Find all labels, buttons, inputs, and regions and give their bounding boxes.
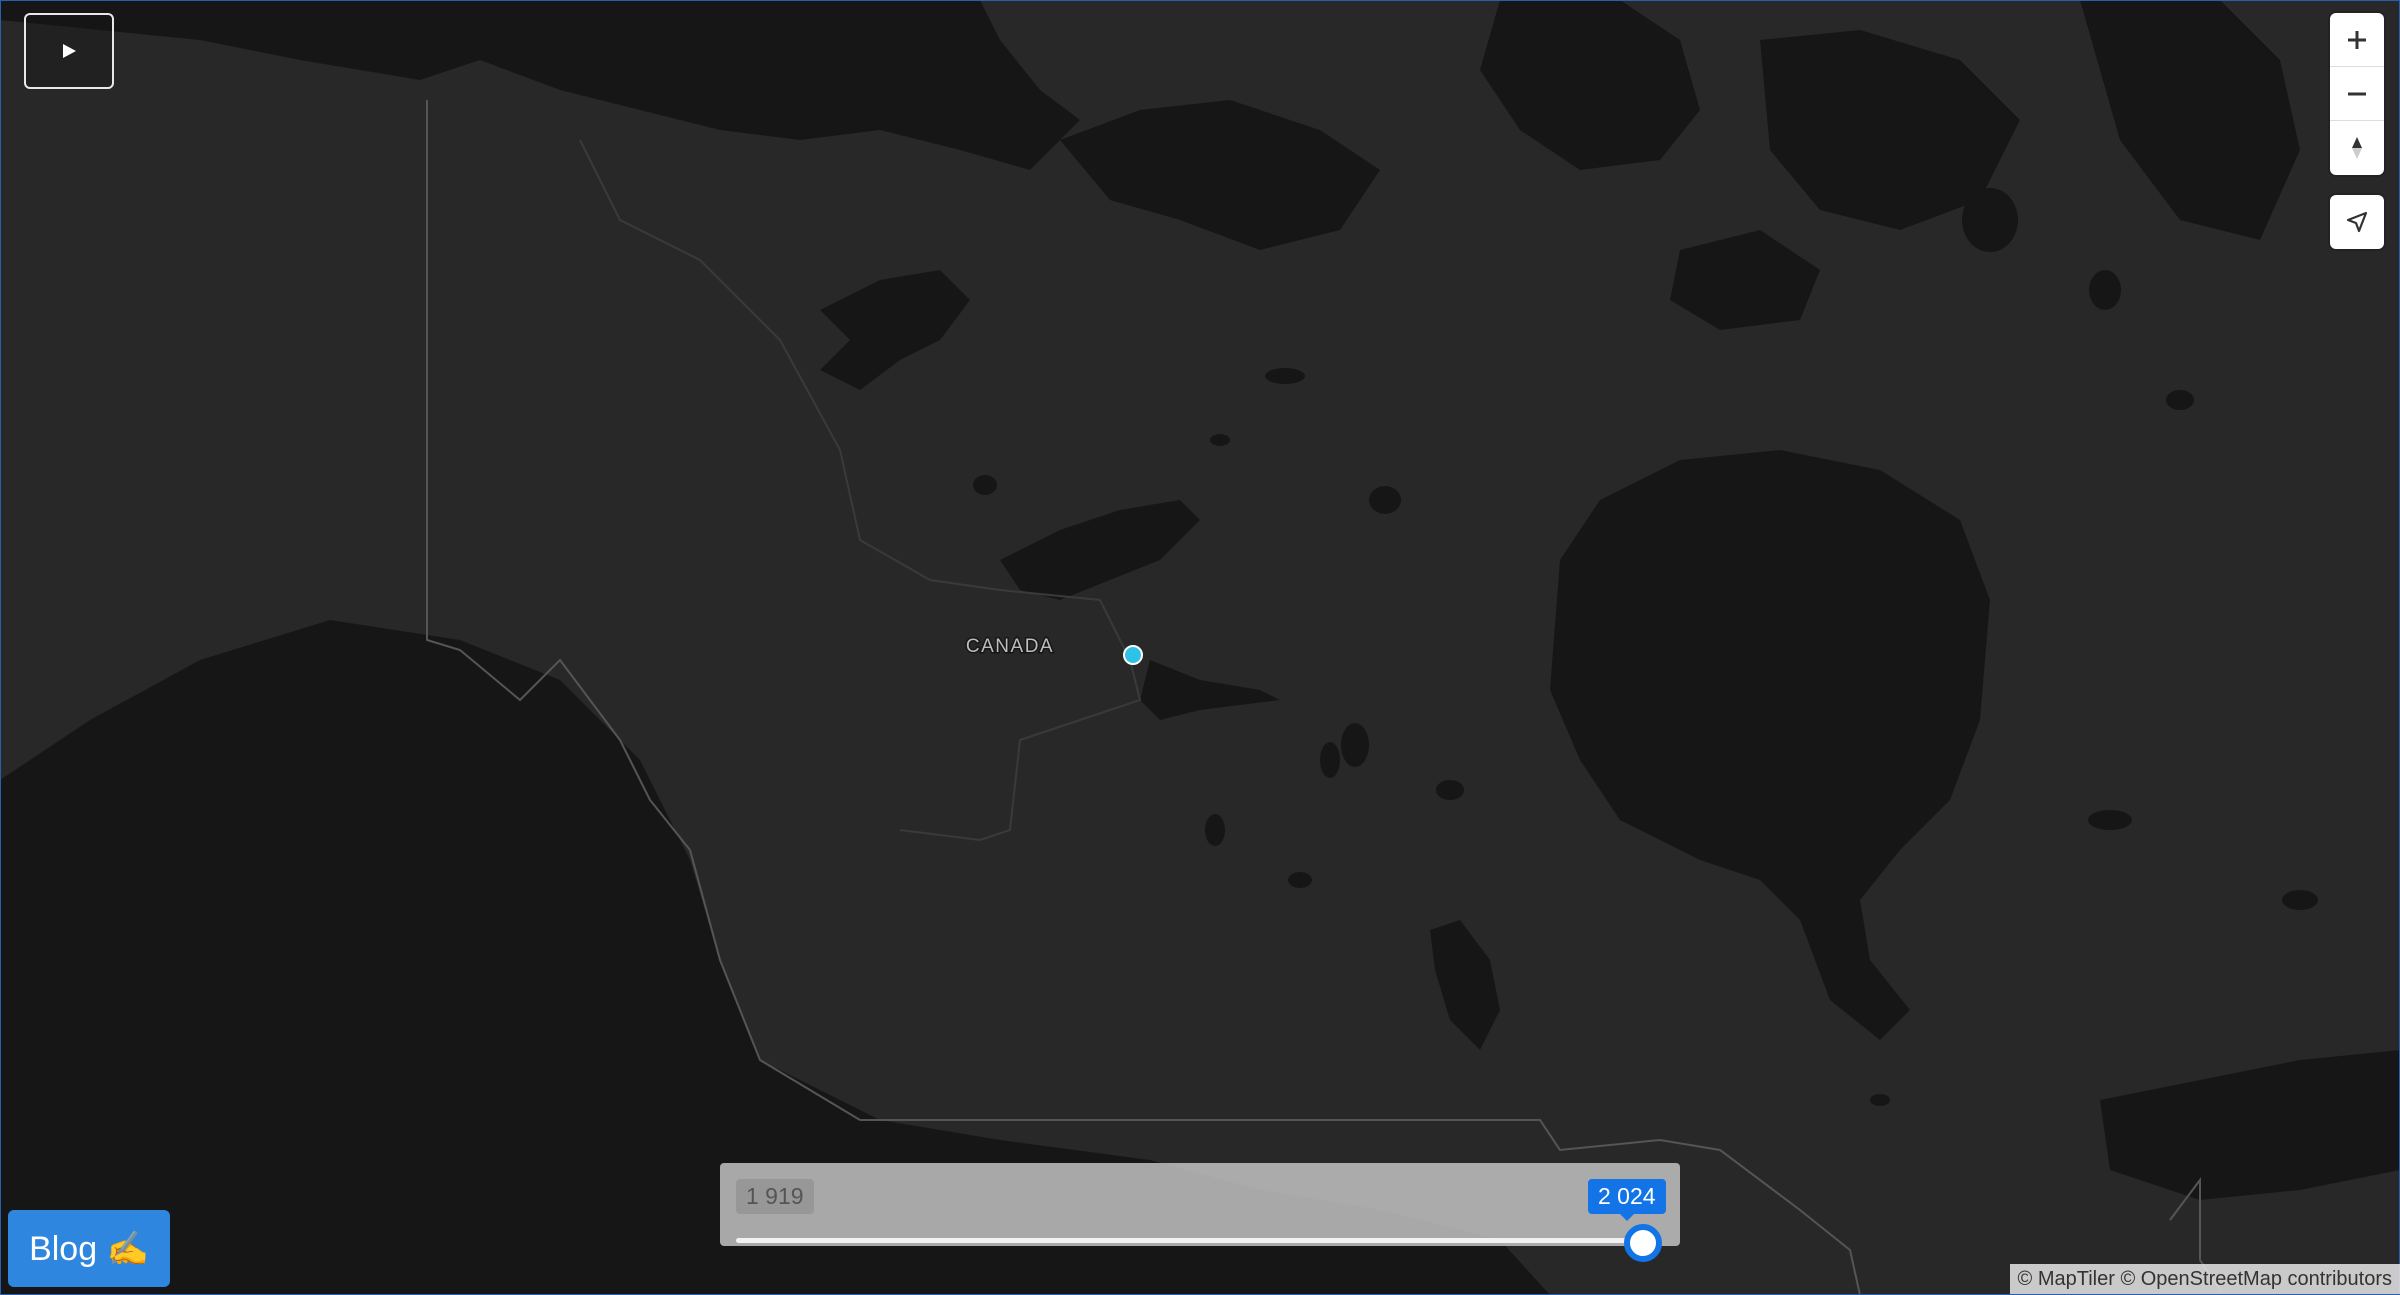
year-selected-label: 2 024: [1588, 1179, 1666, 1221]
geolocate-control: [2330, 195, 2384, 249]
map-canvas[interactable]: CANADA: [0, 0, 2400, 1295]
zoom-out-button[interactable]: [2330, 67, 2384, 121]
osm-link[interactable]: © OpenStreetMap contributors: [2120, 1268, 2392, 1290]
location-marker[interactable]: [1123, 645, 1143, 665]
blog-button[interactable]: Blog ✍️: [8, 1210, 170, 1287]
navigation-arrow-icon: [2346, 211, 2368, 233]
compass-button[interactable]: [2330, 121, 2384, 175]
year-min-label: 1 919: [736, 1179, 814, 1214]
slider-handle[interactable]: [1624, 1224, 1662, 1262]
maptiler-link[interactable]: © MapTiler: [2018, 1268, 2115, 1290]
navigation-controls: [2330, 13, 2384, 175]
country-label: CANADA: [966, 636, 1054, 657]
year-range-slider: 1 919 2 024: [720, 1163, 1680, 1262]
play-icon: [63, 44, 76, 58]
plus-icon: [2348, 30, 2366, 49]
zoom-in-button[interactable]: [2330, 13, 2384, 67]
geolocate-button[interactable]: [2330, 195, 2384, 249]
compass-icon: [2352, 137, 2362, 159]
minus-icon: [2348, 92, 2366, 95]
slider-track[interactable]: [736, 1238, 1636, 1243]
map-attribution: © MapTiler © OpenStreetMap contributors: [2009, 1264, 2400, 1294]
play-button[interactable]: [24, 13, 114, 89]
